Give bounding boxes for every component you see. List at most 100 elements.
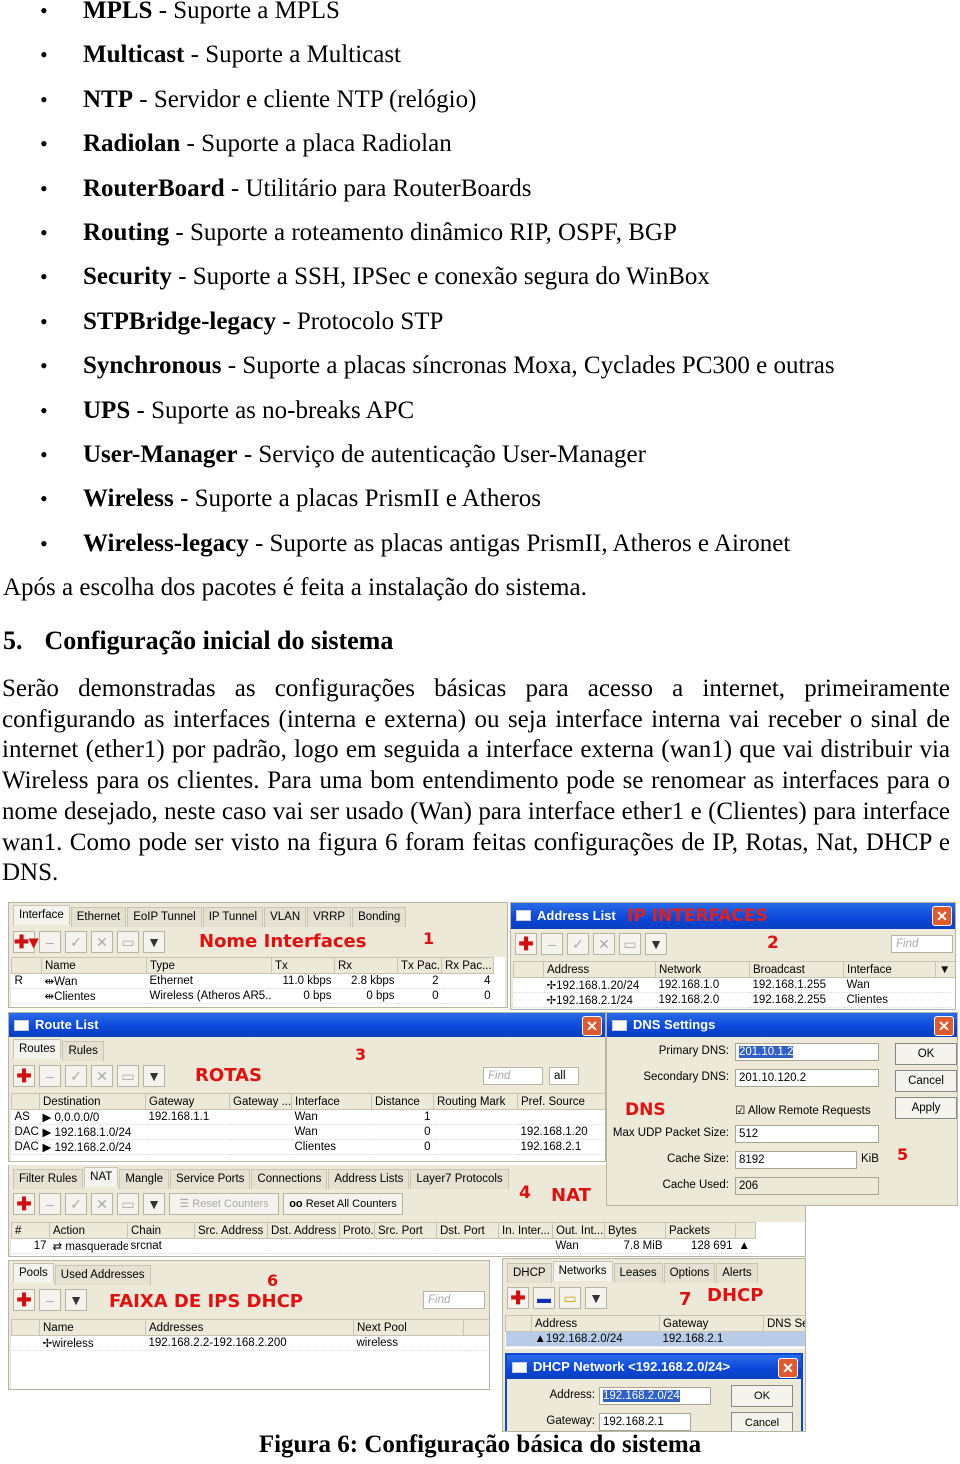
primary-dns-input[interactable]: 201.10.1.2: [735, 1043, 879, 1061]
table-row[interactable]: R ⇹Wan Ethernet 11.0 kbps 2.8 kbps 2 4: [11, 973, 494, 989]
tab[interactable]: Mangle: [119, 1169, 170, 1189]
ok-button[interactable]: OK: [895, 1043, 957, 1065]
tab[interactable]: Layer7 Protocols: [410, 1169, 509, 1189]
column-header[interactable]: Rx: [334, 957, 398, 974]
column-header[interactable]: DNS Se: [763, 1315, 805, 1332]
column-header[interactable]: [463, 1319, 489, 1336]
table-row[interactable]: ▲192.168.2.0/24 192.168.2.1: [505, 1331, 805, 1347]
close-icon[interactable]: ✕: [934, 1016, 954, 1036]
add-icon[interactable]: ✚: [515, 933, 537, 955]
column-header[interactable]: Addresses: [145, 1319, 354, 1336]
column-header[interactable]: Network: [655, 961, 750, 978]
column-header[interactable]: Destination: [39, 1093, 146, 1110]
remove-icon[interactable]: –: [39, 1065, 61, 1087]
tab[interactable]: Filter Rules: [13, 1169, 84, 1189]
table-row[interactable]: DAC ▶ 192.168.2.0/24 Clientes 0 192.168.2.1: [11, 1139, 605, 1155]
filter-icon[interactable]: ▼: [143, 1065, 165, 1087]
column-header[interactable]: [735, 1222, 756, 1239]
column-header[interactable]: [11, 1093, 40, 1110]
tab[interactable]: Bonding: [352, 907, 407, 927]
column-header[interactable]: [505, 1315, 532, 1332]
column-header[interactable]: Gateway: [145, 1093, 230, 1110]
table-row[interactable]: ✢192.168.2.1/24 192.168.2.0 192.168.2.255 C…: [513, 992, 955, 1008]
table-row[interactable]: ✢wireless 192.168.2.2-192.168.2.200 wirele…: [11, 1335, 489, 1351]
column-header[interactable]: Tx Pac...: [397, 957, 442, 974]
filter-icon[interactable]: ▼: [645, 933, 667, 955]
tab[interactable]: Networks: [552, 1261, 613, 1281]
udp-size-input[interactable]: 512: [735, 1125, 879, 1143]
filter-icon[interactable]: ▼: [143, 1193, 165, 1215]
tab[interactable]: Address Lists: [328, 1169, 410, 1189]
column-header[interactable]: Pref. Source: [517, 1093, 605, 1110]
remove-icon[interactable]: –: [39, 1289, 61, 1311]
column-header[interactable]: Out. Int...: [552, 1222, 605, 1239]
column-header[interactable]: Address: [531, 1315, 660, 1332]
tab[interactable]: Ethernet: [70, 907, 127, 927]
column-header[interactable]: Chain: [127, 1222, 195, 1239]
cache-size-input[interactable]: 8192: [735, 1151, 857, 1169]
comment-icon[interactable]: ▭: [619, 933, 641, 955]
column-header[interactable]: Interface: [291, 1093, 372, 1110]
remove-icon[interactable]: –: [541, 933, 563, 955]
column-header[interactable]: Src. Address: [194, 1222, 268, 1239]
reset-counters-button[interactable]: ☰ Reset Counters: [169, 1193, 279, 1215]
enable-icon[interactable]: ✓: [65, 1065, 87, 1087]
tab[interactable]: Connections: [251, 1169, 328, 1189]
enable-icon[interactable]: ✓: [65, 1193, 87, 1215]
close-icon[interactable]: ✕: [778, 1358, 798, 1378]
column-header[interactable]: Name: [39, 1319, 146, 1336]
disable-icon[interactable]: ✕: [91, 931, 113, 953]
column-header[interactable]: Proto...: [339, 1222, 375, 1239]
add-icon[interactable]: ✚: [13, 1289, 35, 1311]
column-header[interactable]: Interface: [843, 961, 936, 978]
column-header[interactable]: ▼: [935, 961, 955, 978]
address-input[interactable]: 192.168.2.0/24: [599, 1387, 711, 1405]
column-header[interactable]: Action: [49, 1222, 128, 1239]
reset-all-counters-button[interactable]: oo Reset All Counters: [283, 1193, 403, 1215]
ok-button[interactable]: OK: [731, 1385, 793, 1407]
tab[interactable]: DHCP: [507, 1263, 552, 1283]
column-header[interactable]: Next Pool: [353, 1319, 464, 1336]
tab[interactable]: Rules: [62, 1041, 104, 1061]
filter-icon[interactable]: ▼: [143, 931, 165, 953]
column-header[interactable]: Src. Port: [374, 1222, 437, 1239]
table-row[interactable]: AS ▶ 0.0.0.0/0 192.168.1.1 Wan 1: [11, 1109, 605, 1125]
enable-icon[interactable]: ✓: [65, 931, 87, 953]
add-icon[interactable]: ✚▾: [13, 931, 38, 953]
disable-icon[interactable]: ✕: [593, 933, 615, 955]
secondary-dns-input[interactable]: 201.10.120.2: [735, 1069, 879, 1087]
remove-icon[interactable]: –: [39, 931, 61, 953]
add-icon[interactable]: ✚: [13, 1065, 35, 1087]
filter-select[interactable]: all: [549, 1067, 579, 1085]
column-header[interactable]: Dst. Port: [436, 1222, 499, 1239]
tab[interactable]: NAT: [84, 1167, 119, 1187]
tab[interactable]: EoIP Tunnel: [127, 907, 202, 927]
column-header[interactable]: Routing Mark: [433, 1093, 518, 1110]
table-row[interactable]: 17 ⇄ masquerade srcnat Wan 7.8 MiB 128 691 ▲: [11, 1238, 756, 1254]
apply-button[interactable]: Apply: [895, 1097, 957, 1119]
comment-icon[interactable]: ▭: [117, 1065, 139, 1087]
filter-icon[interactable]: ▼: [585, 1287, 607, 1309]
column-header[interactable]: Gateway ...: [229, 1093, 292, 1110]
tab[interactable]: Leases: [613, 1263, 663, 1283]
column-header[interactable]: Name: [41, 957, 147, 974]
disable-icon[interactable]: ✕: [91, 1065, 113, 1087]
column-header[interactable]: Distance: [371, 1093, 434, 1110]
column-header[interactable]: Bytes: [604, 1222, 666, 1239]
find-input[interactable]: Find: [423, 1291, 485, 1309]
column-header[interactable]: Tx: [271, 957, 335, 974]
column-header[interactable]: Broadcast: [749, 961, 844, 978]
find-input[interactable]: Find: [483, 1067, 543, 1085]
remove-icon[interactable]: ▬: [533, 1287, 555, 1309]
add-icon[interactable]: ✚: [507, 1287, 529, 1309]
column-header[interactable]: Address: [543, 961, 656, 978]
table-row[interactable]: ⇹Clientes Wireless (Atheros AR5... 0 bps 0 …: [11, 988, 494, 1004]
column-header[interactable]: Rx Pac...: [441, 957, 494, 974]
remove-icon[interactable]: –: [39, 1193, 61, 1215]
column-header[interactable]: Gateway: [659, 1315, 764, 1332]
filter-icon[interactable]: ▼: [65, 1289, 87, 1311]
column-header[interactable]: Packets: [665, 1222, 736, 1239]
tab[interactable]: Alerts: [716, 1263, 758, 1283]
tab[interactable]: Used Addresses: [54, 1265, 151, 1285]
tab[interactable]: VLAN: [264, 907, 307, 927]
